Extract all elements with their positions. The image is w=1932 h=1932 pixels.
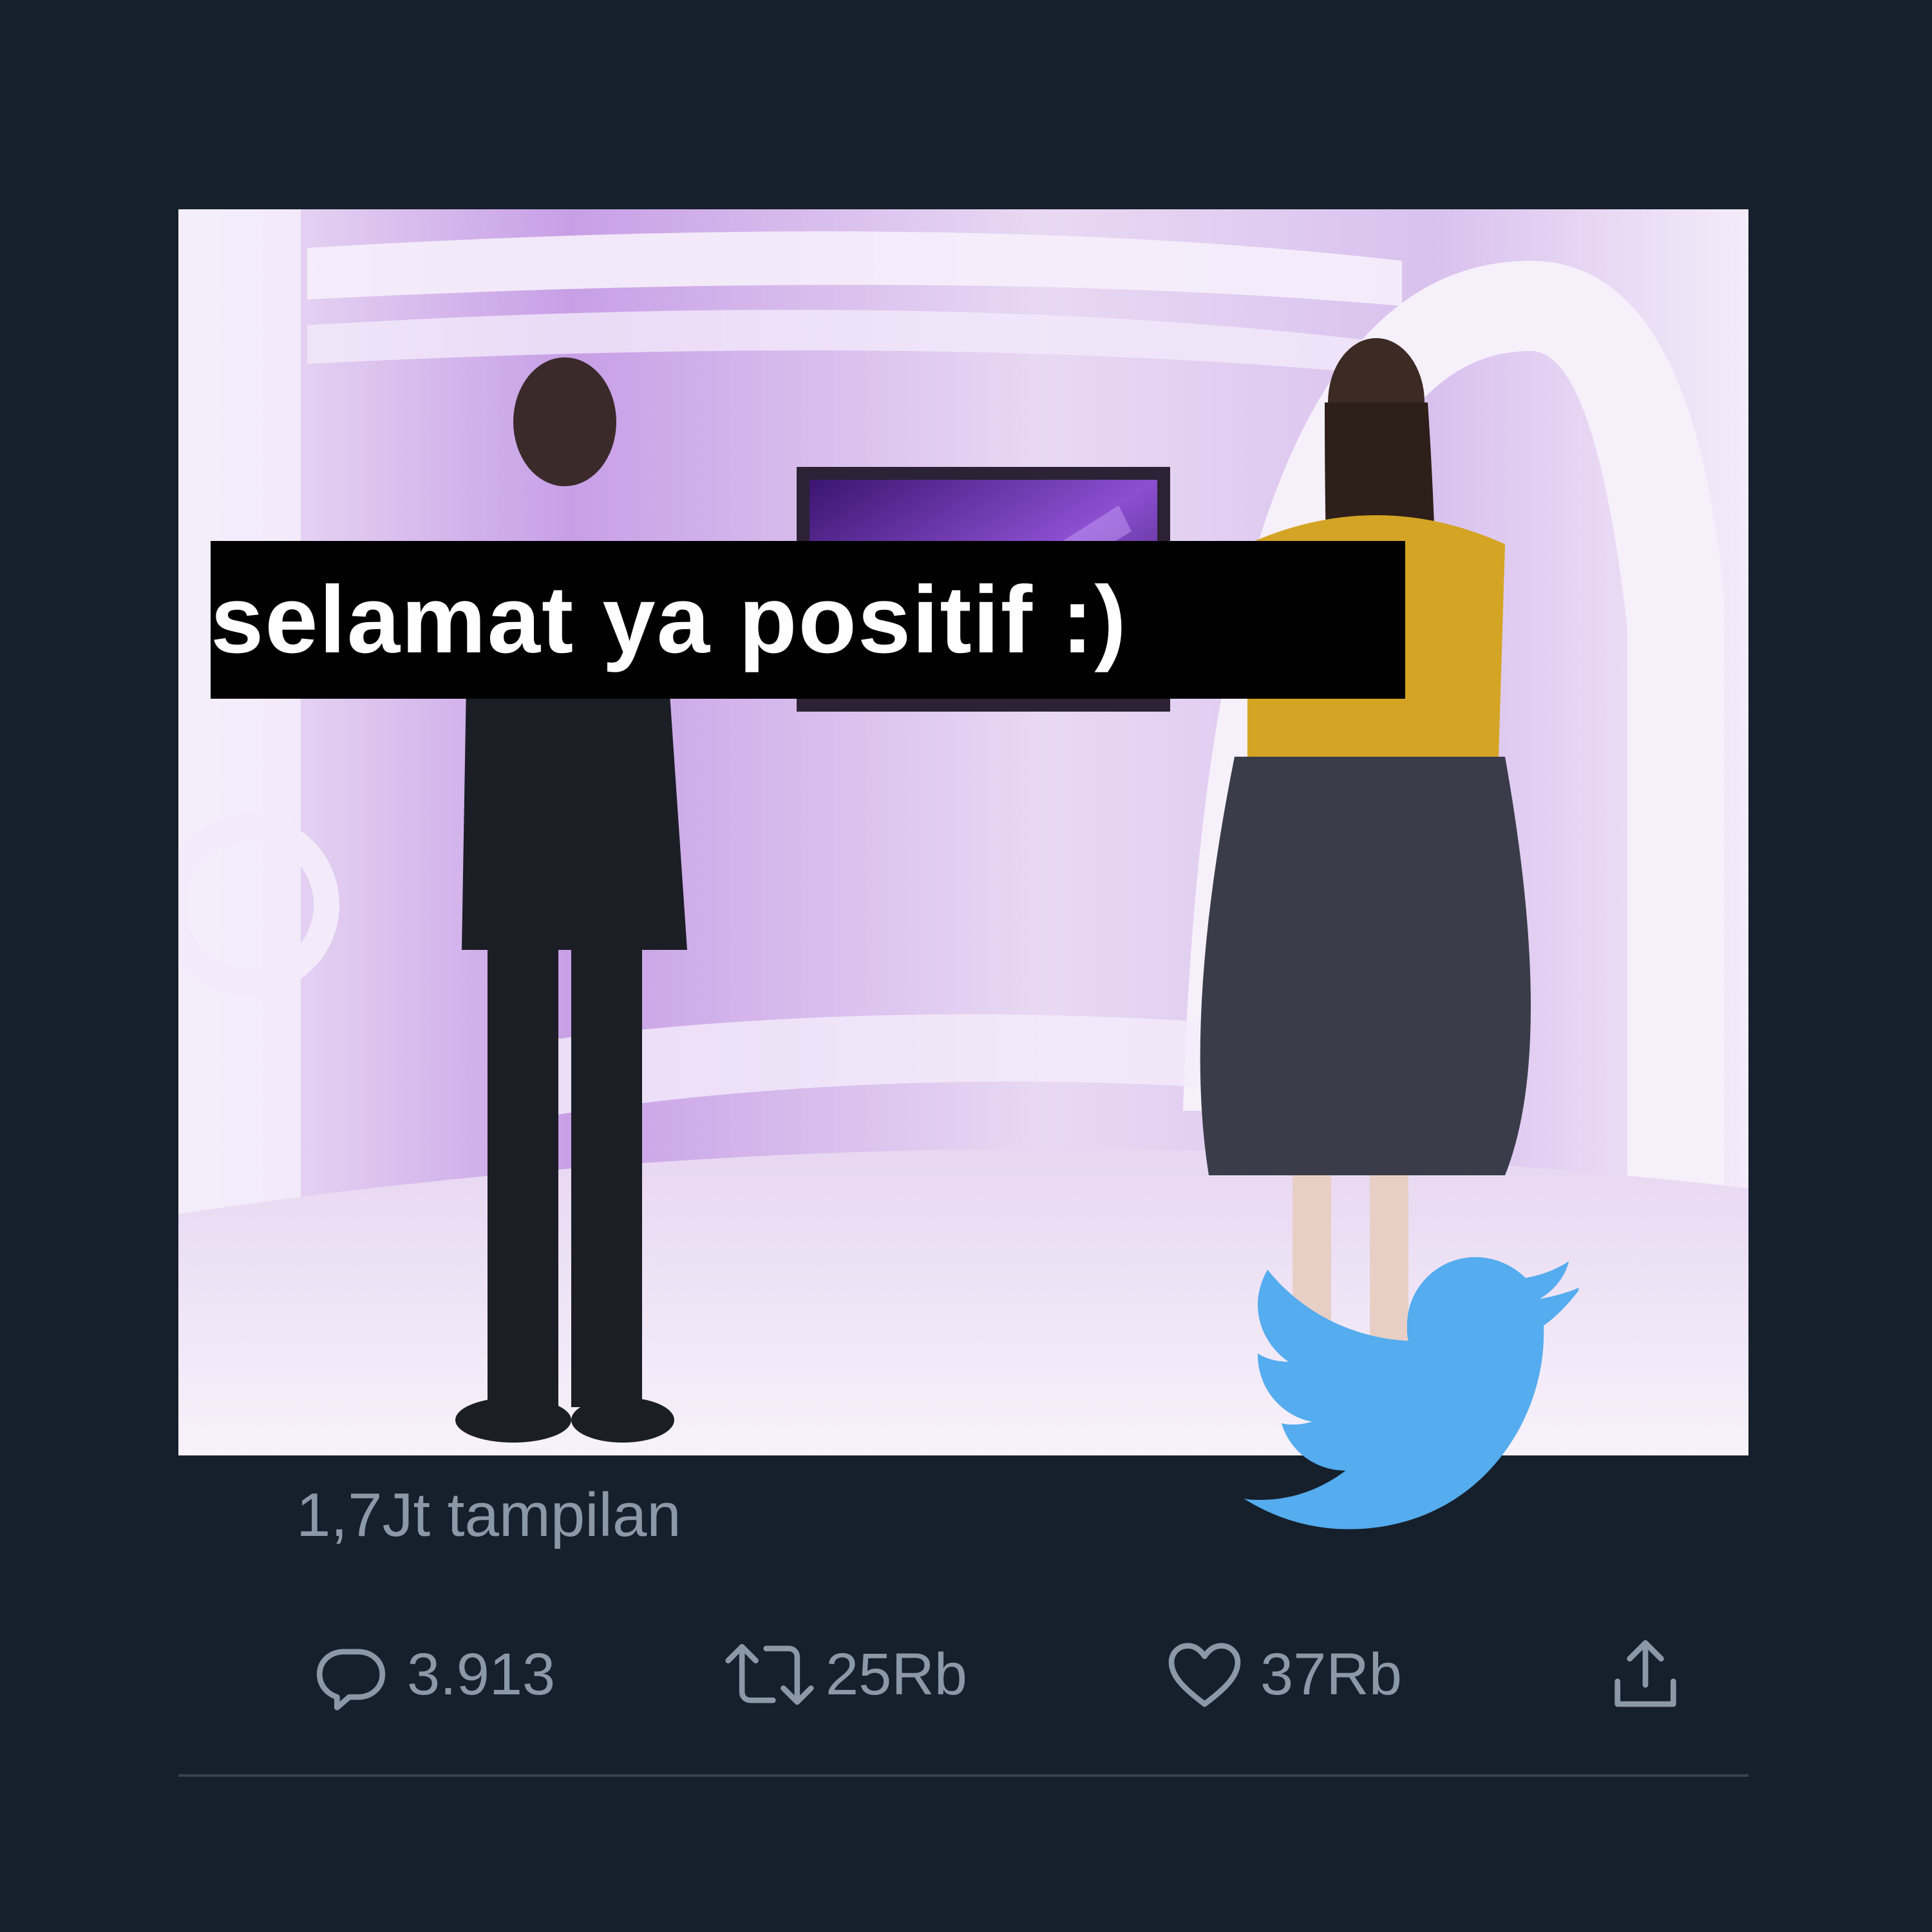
tweet-action-bar: 3.913 25Rb 37Rb	[296, 1626, 1713, 1723]
divider	[178, 1774, 1748, 1777]
like-count: 37Rb	[1260, 1641, 1402, 1707]
share-button[interactable]	[1597, 1626, 1694, 1723]
share-icon	[1597, 1626, 1694, 1723]
retweet-button[interactable]: 25Rb	[721, 1626, 967, 1723]
view-count: 1,7Jt tampilan	[296, 1481, 681, 1549]
retweet-count: 25Rb	[826, 1641, 967, 1707]
caption-overlay: selamat ya positif :)	[211, 541, 1405, 699]
reply-count: 3.913	[407, 1641, 556, 1707]
reply-button[interactable]: 3.913	[303, 1626, 555, 1723]
heart-icon	[1156, 1626, 1253, 1723]
caption-text: selamat ya positif :)	[211, 567, 1128, 673]
twitter-bird-icon	[1224, 1224, 1610, 1558]
reply-icon	[303, 1626, 399, 1723]
retweet-icon	[721, 1626, 818, 1723]
like-button[interactable]: 37Rb	[1156, 1626, 1402, 1723]
